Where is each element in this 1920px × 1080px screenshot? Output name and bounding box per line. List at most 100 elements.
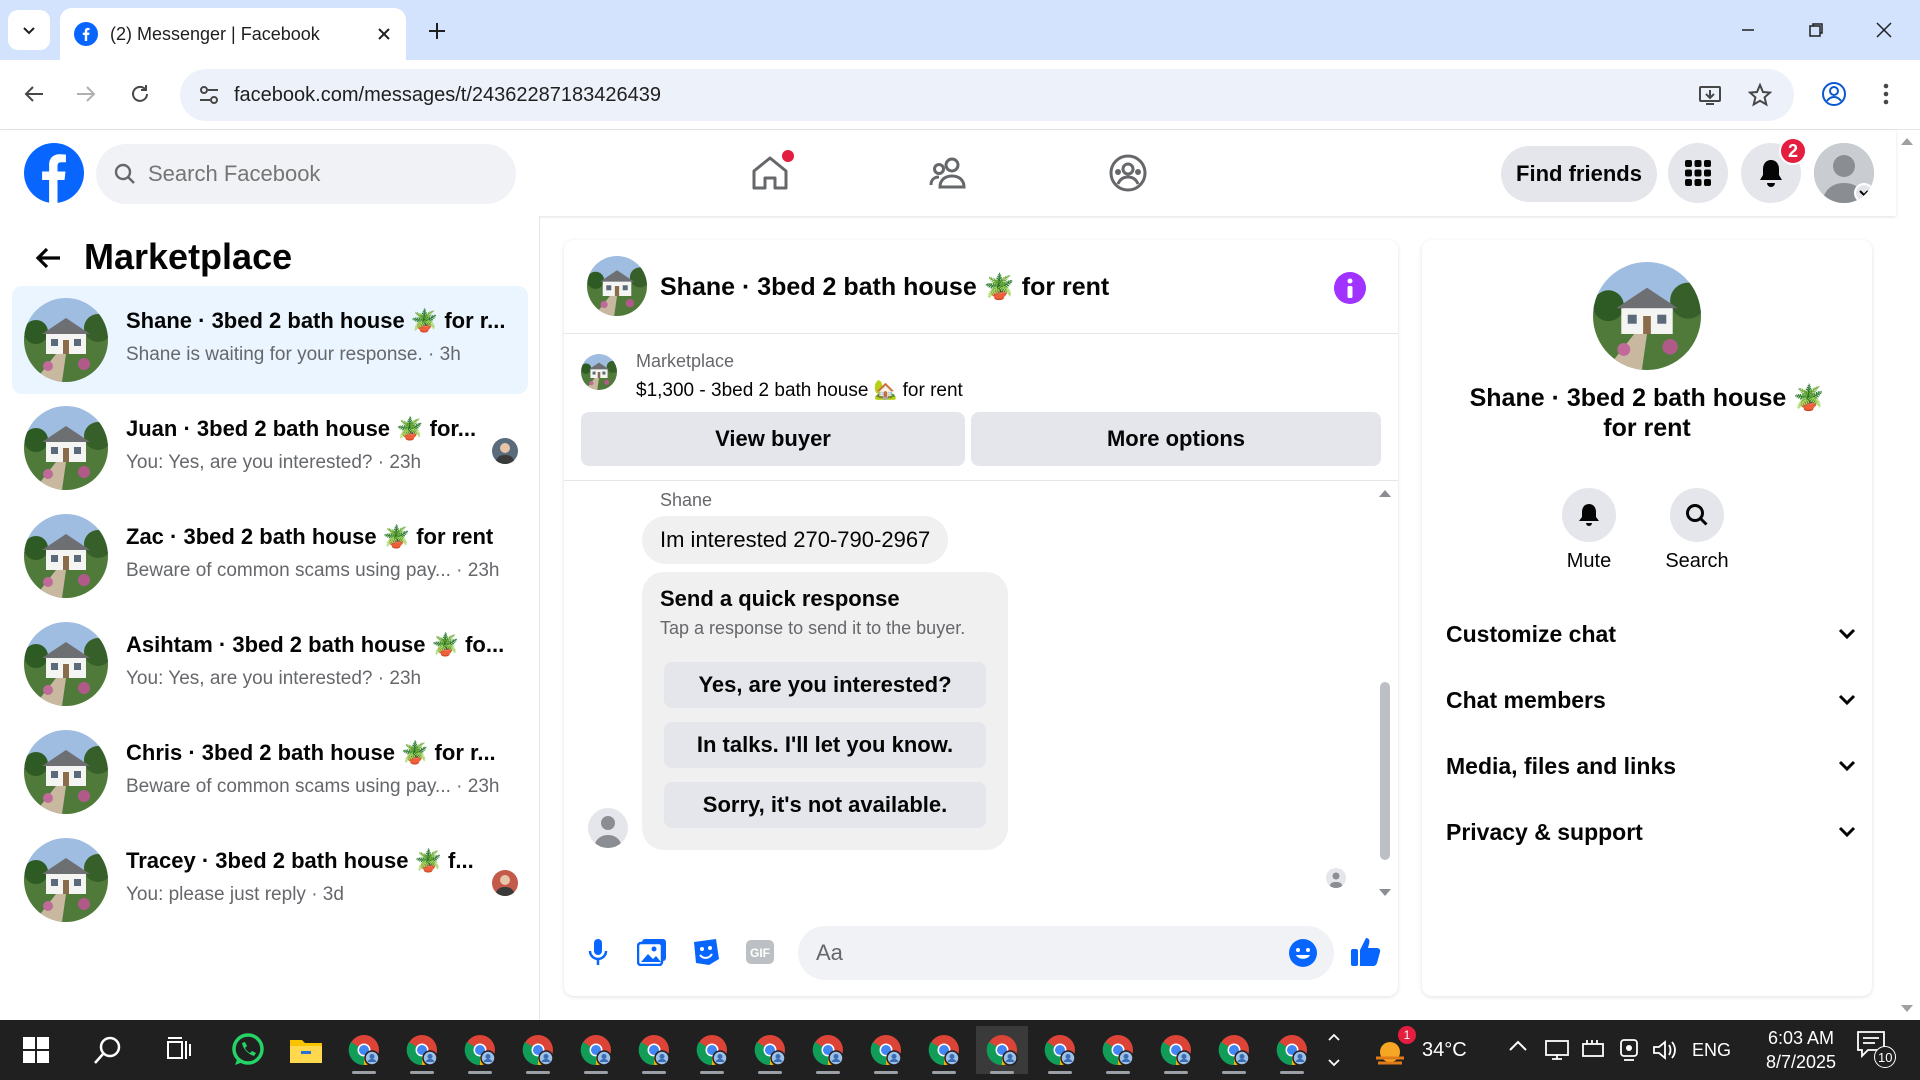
chrome-taskbar-icon[interactable] bbox=[628, 1026, 680, 1074]
browser-tab[interactable]: (2) Messenger | Facebook bbox=[60, 8, 406, 60]
site-info-icon[interactable] bbox=[198, 85, 220, 105]
usb-device-icon[interactable] bbox=[1580, 1038, 1606, 1062]
nav-groups-button[interactable] bbox=[1098, 148, 1158, 198]
conversation-item[interactable]: Zac · 3bed 2 bath house 🪴 for rent Beware… bbox=[12, 502, 528, 610]
chrome-taskbar-icon[interactable] bbox=[396, 1026, 448, 1074]
install-app-icon[interactable] bbox=[1698, 83, 1722, 107]
conversation-item[interactable]: Juan · 3bed 2 bath house 🪴 for... You: Ye… bbox=[12, 394, 528, 502]
profile-button[interactable] bbox=[1814, 74, 1854, 114]
restore-button[interactable] bbox=[1788, 8, 1844, 52]
conversation-item[interactable]: Tracey · 3bed 2 bath house 🪴 f... You: pl… bbox=[12, 826, 528, 934]
like-send-button[interactable] bbox=[1348, 932, 1384, 972]
customize-chat-section[interactable]: Customize chat bbox=[1446, 614, 1856, 654]
chrome-taskbar-icon[interactable] bbox=[1208, 1026, 1260, 1074]
volume-icon[interactable] bbox=[1652, 1038, 1678, 1062]
account-button[interactable] bbox=[1814, 143, 1874, 203]
page-scroll-down-icon[interactable] bbox=[1900, 1004, 1914, 1014]
chrome-taskbar-icon[interactable] bbox=[744, 1026, 796, 1074]
chrome-taskbar-icon[interactable] bbox=[802, 1026, 854, 1074]
facebook-header: Find friends 2 bbox=[0, 130, 1896, 216]
chrome-taskbar-icon[interactable] bbox=[976, 1026, 1028, 1074]
close-tab-icon[interactable] bbox=[376, 26, 392, 42]
nav-home-button[interactable] bbox=[740, 148, 800, 198]
network-icon[interactable] bbox=[1544, 1038, 1570, 1062]
view-buyer-button[interactable]: View buyer bbox=[581, 412, 965, 466]
new-tab-button[interactable] bbox=[420, 14, 454, 48]
menu-button[interactable] bbox=[1668, 143, 1728, 203]
chrome-taskbar-icon[interactable] bbox=[570, 1026, 622, 1074]
chrome-taskbar-icon[interactable] bbox=[512, 1026, 564, 1074]
url-text: facebook.com/messages/t/2436228718342643… bbox=[234, 83, 661, 106]
find-friends-button[interactable]: Find friends bbox=[1501, 146, 1657, 202]
quick-response-not-available[interactable]: Sorry, it's not available. bbox=[664, 782, 986, 828]
notifications-button[interactable]: 2 bbox=[1741, 137, 1807, 203]
reload-button[interactable] bbox=[120, 74, 160, 114]
emoji-button[interactable] bbox=[1288, 938, 1318, 968]
browser-menu-button[interactable] bbox=[1866, 74, 1906, 114]
chrome-taskbar-icon[interactable] bbox=[1092, 1026, 1144, 1074]
quick-response-yes[interactable]: Yes, are you interested? bbox=[664, 662, 986, 708]
info-avatar[interactable] bbox=[1593, 262, 1701, 370]
taskbar-overflow-button[interactable] bbox=[1312, 1026, 1356, 1074]
more-options-button[interactable]: More options bbox=[971, 412, 1381, 466]
whatsapp-taskbar-icon[interactable] bbox=[222, 1026, 274, 1074]
file-explorer-taskbar-icon[interactable] bbox=[280, 1026, 332, 1074]
facebook-logo-icon[interactable] bbox=[24, 143, 84, 203]
listing-title[interactable]: $1,300 - 3bed 2 bath house 🏡 for rent bbox=[636, 378, 963, 402]
message-sender-name: Shane bbox=[660, 490, 713, 510]
chrome-taskbar-icon[interactable] bbox=[860, 1026, 912, 1074]
attach-photo-button[interactable] bbox=[634, 932, 670, 972]
chrome-taskbar-icon[interactable] bbox=[686, 1026, 738, 1074]
taskbar-search-button[interactable] bbox=[82, 1026, 134, 1074]
media-files-links-section[interactable]: Media, files and links bbox=[1446, 746, 1856, 786]
task-view-button[interactable] bbox=[152, 1026, 204, 1074]
sticker-button[interactable] bbox=[688, 932, 724, 972]
voice-clip-button[interactable] bbox=[582, 932, 614, 972]
tab-search-button[interactable] bbox=[8, 10, 50, 50]
forward-button[interactable] bbox=[66, 74, 106, 114]
weather-widget[interactable]: 1 34°C bbox=[1370, 1026, 1510, 1074]
start-button[interactable] bbox=[10, 1026, 62, 1074]
conversation-item[interactable]: Chris · 3bed 2 bath house 🪴 for r... Bewa… bbox=[12, 718, 528, 826]
conversation-item[interactable]: Asihtam · 3bed 2 bath house 🪴 fo... You: … bbox=[12, 610, 528, 718]
minimize-button[interactable] bbox=[1720, 8, 1776, 52]
chrome-taskbar-icon[interactable] bbox=[454, 1026, 506, 1074]
facebook-search-input[interactable] bbox=[148, 161, 448, 187]
search-in-chat-button[interactable] bbox=[1670, 488, 1724, 542]
quick-response-in-talks[interactable]: In talks. I'll let you know. bbox=[664, 722, 986, 768]
chrome-taskbar-icon[interactable] bbox=[1034, 1026, 1086, 1074]
conversation-thumbnail bbox=[24, 730, 108, 814]
facebook-search[interactable] bbox=[96, 144, 516, 204]
listing-thumbnail[interactable] bbox=[581, 354, 617, 390]
nav-friends-button[interactable] bbox=[918, 148, 978, 198]
close-window-button[interactable] bbox=[1856, 8, 1912, 52]
bookmark-star-icon[interactable] bbox=[1748, 83, 1772, 107]
privacy-support-section[interactable]: Privacy & support bbox=[1446, 812, 1856, 852]
mute-button[interactable] bbox=[1562, 488, 1616, 542]
address-bar[interactable]: facebook.com/messages/t/2436228718342643… bbox=[180, 69, 1794, 121]
webcam-icon[interactable] bbox=[1618, 1038, 1640, 1062]
message-composer[interactable]: Aa bbox=[798, 926, 1334, 980]
clock[interactable]: 6:03 AM 8/7/2025 bbox=[1746, 1026, 1856, 1074]
chrome-icon bbox=[870, 1035, 902, 1066]
chat-info-button[interactable] bbox=[1334, 272, 1366, 304]
chrome-taskbar-icon[interactable] bbox=[1150, 1026, 1202, 1074]
chrome-taskbar-icon[interactable] bbox=[918, 1026, 970, 1074]
chat-title[interactable]: Shane · 3bed 2 bath house 🪴 for rent bbox=[660, 273, 1109, 302]
chat-scroll-up-icon[interactable] bbox=[1378, 488, 1392, 498]
input-language[interactable]: ENG bbox=[1692, 1040, 1731, 1061]
notification-center-button[interactable]: 10 bbox=[1856, 1030, 1906, 1070]
back-arrow-button[interactable] bbox=[28, 238, 68, 278]
page-scroll-up-icon[interactable] bbox=[1900, 136, 1914, 146]
gif-button[interactable]: GIF bbox=[742, 932, 778, 972]
conversation-item[interactable]: Shane · 3bed 2 bath house 🪴 for r... Shan… bbox=[12, 286, 528, 394]
back-button[interactable] bbox=[14, 74, 54, 114]
chat-members-section[interactable]: Chat members bbox=[1446, 680, 1856, 720]
chat-scroll-down-icon[interactable] bbox=[1378, 888, 1392, 898]
chrome-taskbar-icon[interactable] bbox=[338, 1026, 390, 1074]
chat-avatar[interactable] bbox=[587, 256, 647, 316]
tray-chevron-button[interactable] bbox=[1508, 1038, 1532, 1062]
chat-scrollbar-thumb[interactable] bbox=[1380, 682, 1390, 860]
chrome-taskbar-icon[interactable] bbox=[1266, 1026, 1318, 1074]
incoming-message-bubble[interactable]: Im interested 270-790-2967 bbox=[642, 516, 949, 564]
